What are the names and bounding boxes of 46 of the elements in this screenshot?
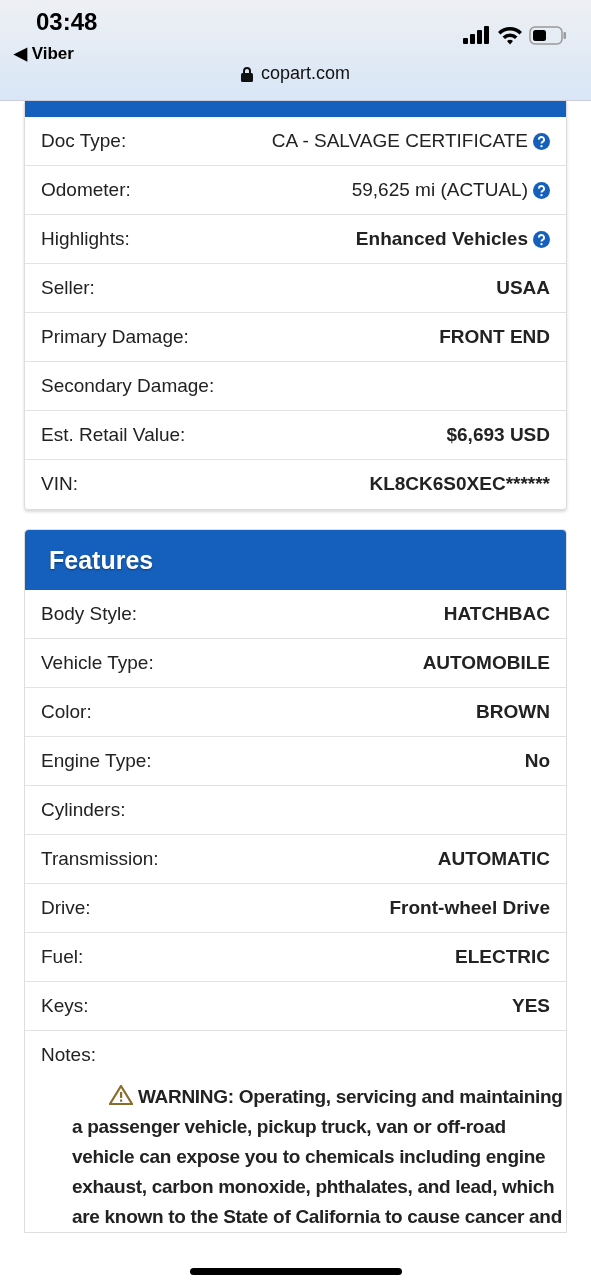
field-value: BROWN	[476, 699, 550, 724]
field-label: Transmission:	[41, 846, 159, 871]
field-value: No	[524, 748, 550, 773]
field-label: Engine Type:	[41, 748, 152, 773]
field-value: Front-wheel Drive	[389, 895, 550, 920]
field-label: Doc Type:	[41, 128, 127, 153]
field-label: Seller:	[41, 275, 95, 300]
field-label: Odometer:	[41, 177, 131, 202]
wifi-icon	[497, 26, 523, 45]
field-value: AUTOMOBILE	[422, 650, 550, 675]
field-value: CA - SALVAGE CERTIFICATE	[271, 128, 528, 153]
help-icon[interactable]	[533, 181, 550, 199]
field-value: FRONT END	[439, 324, 550, 349]
url-address[interactable]: copart.com	[260, 63, 350, 84]
field-label: Fuel:	[41, 944, 84, 969]
field-value: HATCHBAC	[443, 601, 550, 626]
field-value: Enhanced Vehicles	[355, 226, 528, 251]
field-value: ELECTRIC	[455, 944, 550, 969]
lock-icon	[240, 65, 253, 82]
field-label: Primary Damage:	[41, 324, 189, 349]
field-label: Vehicle Type:	[41, 650, 154, 675]
field-value: AUTOMATIC	[437, 846, 550, 871]
field-label: Body Style:	[41, 601, 138, 626]
field-label: Notes:	[41, 1043, 96, 1068]
field-value: 59,625 mi (ACTUAL)	[351, 177, 528, 202]
help-icon[interactable]	[533, 132, 550, 150]
field-label: Cylinders:	[41, 797, 126, 822]
field-value: USAA	[496, 275, 550, 300]
field-label: Color:	[41, 699, 92, 724]
field-label: Keys:	[41, 993, 89, 1018]
field-label: Highlights:	[41, 226, 130, 251]
field-value: YES	[511, 993, 550, 1018]
field-label: Drive:	[41, 895, 91, 920]
clock-time: 03:48	[36, 8, 98, 36]
battery-icon	[529, 26, 567, 45]
back-to-app-link[interactable]: ◀ Viber	[14, 43, 74, 64]
field-value: $6,693 USD	[446, 422, 550, 447]
features-header: Features	[25, 530, 566, 590]
warning-icon	[109, 1085, 133, 1105]
field-label: Secondary Damage:	[41, 373, 215, 398]
signal-icon	[463, 26, 491, 44]
help-icon[interactable]	[533, 230, 550, 248]
warning-text: WARNING: Operating, servicing and maintaining a passenger vehicle, pickup truck, van or off-road vehicle can expose you to chemicals including engine exhaust, carbon monoxide, phthalates, and lead, which are known to the State of California to cause cancer and	[71, 1084, 564, 1229]
field-value: KL8CK6S0XEC******	[369, 472, 550, 497]
field-label: VIN:	[41, 472, 78, 497]
field-label: Est. Retail Value:	[41, 422, 186, 447]
